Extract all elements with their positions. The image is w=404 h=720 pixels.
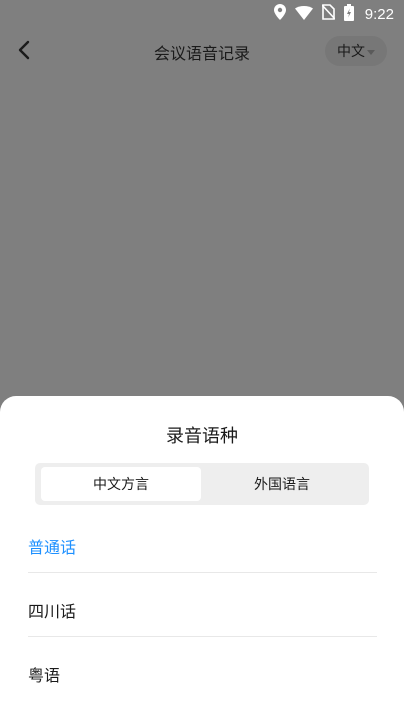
segmented-control: 中文方言 外国语言 — [35, 463, 369, 505]
status-time: 9:22 — [364, 5, 394, 23]
wifi-icon — [294, 5, 313, 24]
option-sichuanese[interactable]: 四川话 — [28, 578, 377, 642]
screen: 9:22 会议语音记录 中文 录音语种 中文方言 外国语言 普通话 四川话 粤语 — [0, 0, 404, 720]
option-cantonese[interactable]: 粤语 — [28, 642, 377, 706]
status-icons: 9:22 — [273, 3, 394, 25]
language-bottom-sheet: 录音语种 中文方言 外国语言 普通话 四川话 粤语 — [0, 396, 404, 720]
divider — [28, 636, 377, 637]
status-bar: 9:22 — [0, 0, 404, 28]
sheet-title: 录音语种 — [166, 426, 238, 447]
no-sim-icon — [321, 4, 336, 24]
location-icon — [273, 4, 286, 24]
caret-down-icon — [367, 49, 375, 55]
nav-bar: 会议语音记录 中文 — [0, 28, 404, 76]
language-label: 中文 — [337, 44, 365, 60]
tab-foreign-languages[interactable]: 外国语言 — [201, 467, 363, 501]
divider — [28, 572, 377, 573]
tab-chinese-dialects[interactable]: 中文方言 — [41, 467, 201, 501]
battery-icon — [343, 3, 354, 25]
option-mandarin[interactable]: 普通话 — [28, 514, 377, 578]
language-selector-button[interactable]: 中文 — [325, 36, 387, 66]
